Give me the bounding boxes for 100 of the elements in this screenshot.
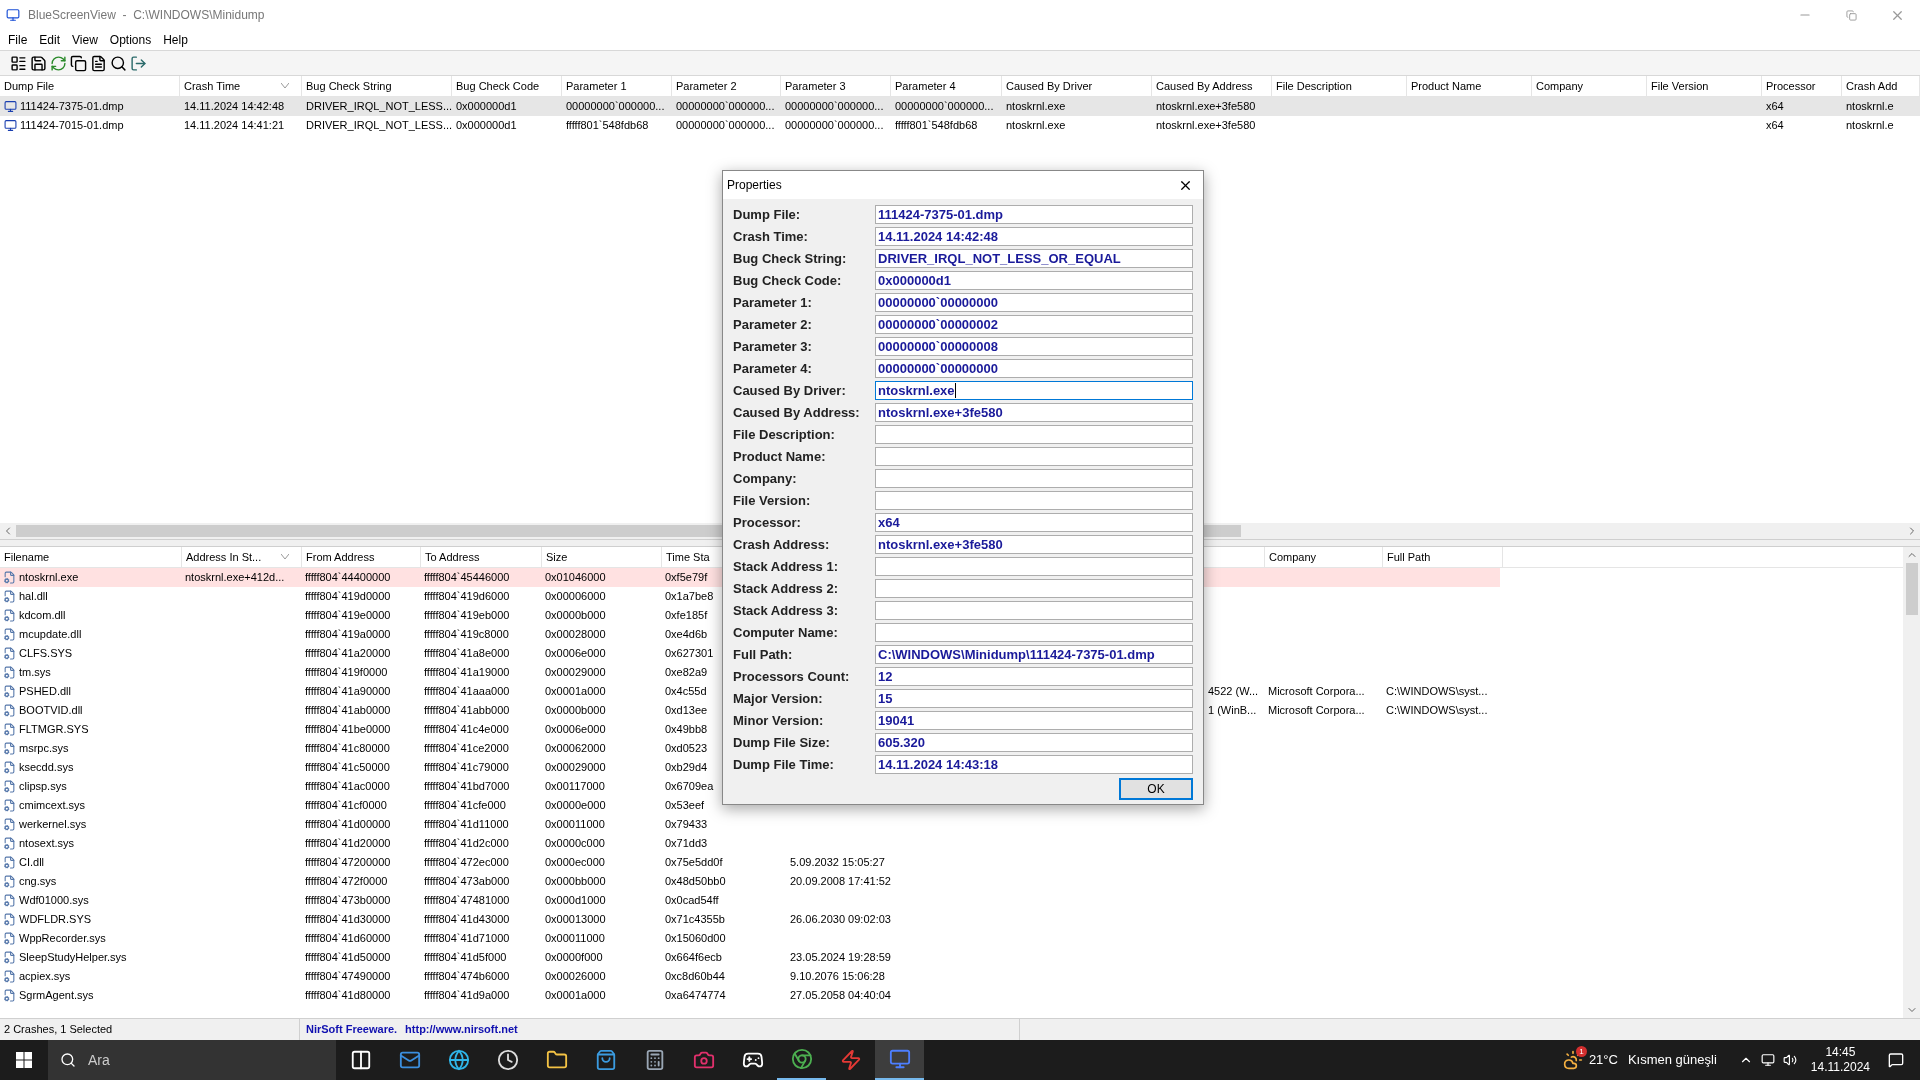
table-cell-text: fffff804`44400000 [305,570,391,586]
table-cell-text: 27.05.2058 04:40:04 [790,988,891,1004]
table-cell-text: fffff804`41d00000 [305,817,391,833]
table-cell-text: fffff804`41a20000 [305,646,391,662]
table-cell-text: 0xc8d60b44 [665,969,725,985]
field-label: File Description: [733,425,836,444]
temperature: 21°C [1588,1051,1618,1070]
table-cell-text: fffff804`41d43000 [424,912,510,928]
table-cell-text: clipsp.sys [19,779,67,795]
table-cell-text: 23.05.2024 19:28:59 [790,950,891,966]
table-cell-text: fffff804`419d0000 [305,589,391,605]
table-cell-text: fffff801`548fdb68 [895,118,978,134]
table-cell-text: werkernel.sys [19,817,87,833]
dialog-title: Properties [727,177,782,194]
table-cell-text: kdcom.dll [19,608,66,624]
field-label: Parameter 1: [733,293,813,312]
field-label: Bug Check String: [733,249,848,268]
table-cell-text: fffff804`41d9a000 [424,988,510,1004]
table-cell-text: fffff804`41ab0000 [305,703,391,719]
table-cell-text: tm.sys [19,665,51,681]
table-cell-text: 0x0cad54ff [665,893,719,909]
field-label: Caused By Driver: [733,381,847,400]
table-cell-text: fffff804`473ab000 [424,874,510,890]
table-cell-text: fffff801`548fdb68 [566,118,649,134]
table-cell-text: SgrmAgent.sys [19,988,94,1004]
table-cell-text: 0x4c55d [665,684,707,700]
field-label: Stack Address 2: [733,579,839,598]
table-cell-text: 0x6709ea [665,779,714,795]
table-cell-text: C:\WINDOWS\syst... [1386,703,1488,719]
table-cell-text: ntosext.sys [19,836,75,852]
table-cell-text: 0x00011000 [545,817,605,833]
table-cell-text: 0x49bb8 [665,722,708,738]
field-label: Dump File Time: [733,755,835,774]
table-cell-text: fffff804`41d80000 [305,988,391,1004]
table-cell-text: fffff804`41abb000 [424,703,510,719]
table-cell-text: fffff804`41d50000 [305,950,391,966]
table-cell-text: 14.11.2024 14:41:21 [184,118,285,134]
table-cell-text: fffff804`41d30000 [305,912,391,928]
table-cell-text: 0xd13ee [665,703,708,719]
table-cell-text: ntoskrnl.exe+412d... [185,570,285,586]
field-label: Minor Version: [733,711,825,730]
table-cell-text: 00000000`000000... [676,99,775,115]
table-cell-text: 4522 (W... [1208,684,1259,700]
table-cell-text: 0x79433 [665,817,708,833]
field-label: Parameter 3: [733,337,813,356]
table-cell-text: cng.sys [19,874,57,890]
table-cell-text: 0x00029000 [545,665,606,681]
table-cell-text: 0x0001a000 [545,684,606,700]
table-cell-text: 5.09.2032 15:05:27 [790,855,885,871]
table-cell-text: DRIVER_IRQL_NOT_LESS... [306,99,452,115]
table-cell-text: 00000000`000000... [785,99,884,115]
table-cell-text: fffff804`472ec000 [424,855,509,871]
table-cell-text: 0x0001a000 [545,988,606,1004]
table-cell-text: ntoskrnl.exe+3fe580 [1156,118,1256,134]
table-cell-text: 0x664f6ecb [665,950,722,966]
table-cell-text: Microsoft Corpora... [1268,703,1365,719]
table-cell-text: fffff804`41be0000 [305,722,391,738]
table-cell-text: 14.11.2024 14:42:48 [184,99,285,115]
table-cell-text: fffff804`45446000 [424,570,510,586]
table-cell-text: fffff804`419eb000 [424,608,510,624]
table-cell-text: 0x00026000 [545,969,606,985]
table-cell-text: fffff804`419e0000 [305,608,391,624]
table-cell-text: fffff804`41cf0000 [305,798,387,814]
table-cell-text: fffff804`41d60000 [305,931,391,947]
field-label: Major Version: [733,689,824,708]
table-cell-text: 20.09.2008 17:41:52 [790,874,891,890]
table-cell-text: 0x0006e000 [545,722,606,738]
field-label: Crash Address: [733,535,831,554]
table-cell-text: fffff804`41d5f000 [424,950,507,966]
table-cell-text: 0x00006000 [545,589,606,605]
table-cell-text: 0x00028000 [545,627,606,643]
table-cell-text: 0x1a7be8 [665,589,714,605]
field-label: Full Path: [733,645,794,664]
clock-date: 14.11.2024 [1810,1060,1870,1075]
table-cell-text: 0x0000b000 [545,608,606,624]
table-cell-text: ntoskrnl.exe [19,570,79,586]
table-cell-text: fffff804`41c4e000 [424,722,509,738]
table-cell-text: 0x71c4355b [665,912,725,928]
table-cell-text: 0x15060d00 [665,931,726,947]
table-cell-text: 0x000000d1 [456,118,517,134]
table-cell-text: 00000000`000000... [566,99,665,115]
table-cell-text: PSHED.dll [19,684,71,700]
search-placeholder: Ara [88,1050,110,1070]
table-cell-text: fffff804`472f0000 [305,874,388,890]
table-cell-text: fffff804`41ce2000 [424,741,509,757]
table-cell-text: 0x000bb000 [545,874,606,890]
table-cell-text: fffff804`41d11000 [424,817,509,833]
table-cell-text: fffff804`41c79000 [424,760,509,776]
table-cell-text: fffff804`41d71000 [424,931,510,947]
table-cell-text: hal.dll [19,589,48,605]
table-cell-text: ntoskrnl.exe [1006,118,1066,134]
table-cell-text: acpiex.sys [19,969,71,985]
field-label: Computer Name: [733,623,839,642]
table-cell-text: fffff804`41d2c000 [424,836,509,852]
table-cell-text: fffff804`41ac0000 [305,779,390,795]
table-cell-text: DRIVER_IRQL_NOT_LESS... [306,118,452,134]
table-cell-text: 9.10.2076 15:06:28 [790,969,885,985]
table-cell-text: 0x01046000 [545,570,606,586]
table-cell-text: mcupdate.dll [19,627,82,643]
table-cell-text: 0x0000c000 [545,836,605,852]
